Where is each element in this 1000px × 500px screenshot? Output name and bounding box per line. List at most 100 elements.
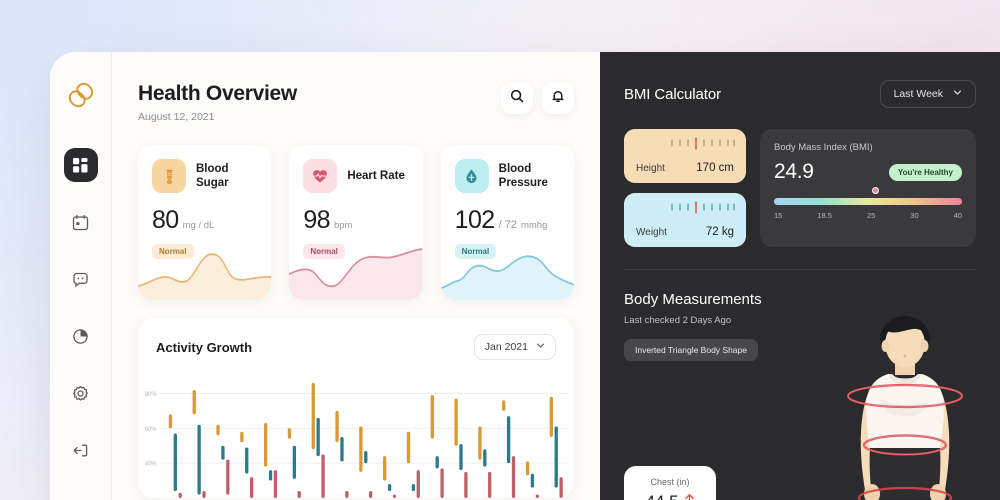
search-icon: [510, 89, 524, 108]
chart-bar: [178, 492, 182, 498]
bmi-body: Height 170 cm Weight 72 kg Body Mass Ind…: [624, 129, 976, 247]
page-date: August 12, 2021: [138, 111, 215, 123]
chart-bar: [311, 382, 315, 450]
chart-bar: [245, 447, 249, 474]
blood-sugar-icon: [152, 159, 186, 193]
chart-bar: [268, 470, 273, 481]
search-button[interactable]: [501, 82, 533, 114]
metric-label: Blood Pressure: [498, 162, 548, 189]
metric-value: 102: [454, 206, 496, 234]
sparkline-blood-sugar: [138, 244, 272, 300]
chart-bar: [240, 431, 244, 443]
metric-unit: mmhg: [520, 220, 548, 231]
calendar-icon: [72, 214, 89, 231]
chart-bar: [273, 470, 278, 498]
chart-bar: [459, 443, 463, 471]
ruler-icon: [668, 136, 736, 157]
sidebar-item-calendar[interactable]: [64, 205, 98, 239]
app-window: Health Overview August 12, 2021 Blood Su…: [50, 52, 1000, 500]
chart-bar: [483, 449, 487, 467]
sidebar-item-settings[interactable]: [64, 376, 98, 410]
bmi-result-row: 24.9 You're Healthy: [774, 160, 962, 184]
heart-rate-icon: [303, 159, 338, 193]
weight-row: Weight 72 kg: [636, 226, 734, 238]
chevron-down-icon: [536, 341, 545, 353]
weight-input[interactable]: Weight 72 kg: [624, 193, 746, 247]
chart-bar: [525, 461, 530, 476]
chart-y-tick-label: 80%: [145, 392, 157, 398]
ruler-icon: [668, 200, 736, 221]
header-actions: [501, 82, 574, 114]
sidebar-item-reports[interactable]: [64, 319, 98, 353]
chart-y-tick-label: 60%: [145, 427, 157, 433]
body-shape-badge: Inverted Triangle Body Shape: [624, 339, 758, 361]
bmi-title: BMI Calculator: [624, 85, 721, 103]
metric-value: 98: [303, 206, 330, 234]
bmi-result-card: Body Mass Index (BMI) 24.9 You're Health…: [760, 129, 976, 247]
metric-value-row: 80 mg / dL: [152, 206, 257, 235]
activity-period-label: Jan 2021: [484, 341, 528, 353]
sparkline-blood-pressure: [440, 244, 574, 300]
bmi-value: 24.9: [774, 160, 814, 183]
chart-bar: [292, 445, 297, 479]
metric-label: Blood Sugar: [196, 162, 229, 189]
chart-bar: [249, 477, 254, 498]
bmi-scale[interactable]: 15 18.5 25 30 40: [774, 187, 962, 220]
bmi-scale-tick: 30: [910, 211, 919, 220]
chart-bar: [383, 456, 387, 481]
activity-period-select[interactable]: Jan 2021: [473, 334, 556, 360]
chart-bar: [440, 468, 444, 498]
chart-y-tick-label: 40%: [145, 462, 157, 468]
panel-divider: [624, 269, 976, 270]
chart-bar: [454, 398, 458, 446]
chest-measurement-card[interactable]: Chest (in) 44.5: [624, 466, 716, 500]
sidebar-item-messages[interactable]: [64, 262, 98, 296]
chart-bar: [364, 450, 368, 464]
metric-header: Blood Pressure: [454, 159, 560, 193]
bmi-scale-tick: 18.5: [817, 211, 832, 220]
activity-title: Activity Growth: [156, 339, 253, 355]
bmi-result-label: Body Mass Index (BMI): [774, 142, 873, 153]
notifications-button[interactable]: [542, 82, 574, 114]
chart-bar: [168, 414, 173, 429]
measurements-title: Body Measurements: [624, 291, 762, 308]
chart-bar: [478, 426, 482, 460]
main-header: Health Overview August 12, 2021: [138, 82, 574, 123]
metric-unit: bpm: [333, 220, 353, 231]
bmi-header: BMI Calculator Last Week: [624, 80, 976, 108]
chart-bar: [192, 389, 196, 415]
height-row: Height 170 cm: [636, 162, 734, 174]
bmi-period-label: Last Week: [893, 88, 943, 100]
gear-icon: [72, 385, 89, 402]
app-logo[interactable]: [64, 78, 98, 112]
chart-bar: [530, 473, 535, 488]
chart-bar: [335, 410, 339, 443]
chart-bar: [406, 431, 411, 464]
sidebar-item-dashboard[interactable]: [63, 148, 98, 182]
chart-bar: [221, 445, 225, 460]
chart-bar: [430, 395, 434, 439]
chart-bar: [321, 454, 325, 498]
bmi-scale-track: [774, 187, 962, 205]
chart-bar: [197, 424, 201, 495]
height-value: 170 cm: [696, 162, 734, 174]
metric-secondary-value: / 72: [498, 219, 517, 231]
height-input[interactable]: Height 170 cm: [624, 129, 746, 183]
bell-icon: [551, 89, 565, 108]
chart-bar: [506, 416, 511, 464]
metric-card-blood-sugar[interactable]: Blood Sugar 80 mg / dL Normal: [138, 145, 272, 300]
chart-bar: [173, 433, 177, 492]
chart-bar: [345, 491, 349, 498]
bmi-inputs: Height 170 cm Weight 72 kg: [624, 129, 746, 247]
metric-card-blood-pressure[interactable]: Blood Pressure 102 / 72 mmhg Normal: [440, 145, 574, 300]
metric-header: Heart Rate: [303, 159, 408, 193]
bmi-scale-knob[interactable]: [871, 187, 879, 194]
chart-bar: [502, 400, 506, 411]
bmi-period-select[interactable]: Last Week: [879, 80, 976, 108]
chart-bar: [411, 484, 416, 492]
chart-bar: [392, 494, 397, 498]
metric-cards: Blood Sugar 80 mg / dL Normal Heart Rate…: [138, 145, 574, 300]
sidebar-item-logout[interactable]: [64, 433, 98, 467]
metric-card-heart-rate[interactable]: Heart Rate 98 bpm Normal: [289, 145, 423, 300]
chart-bar: [297, 491, 301, 498]
